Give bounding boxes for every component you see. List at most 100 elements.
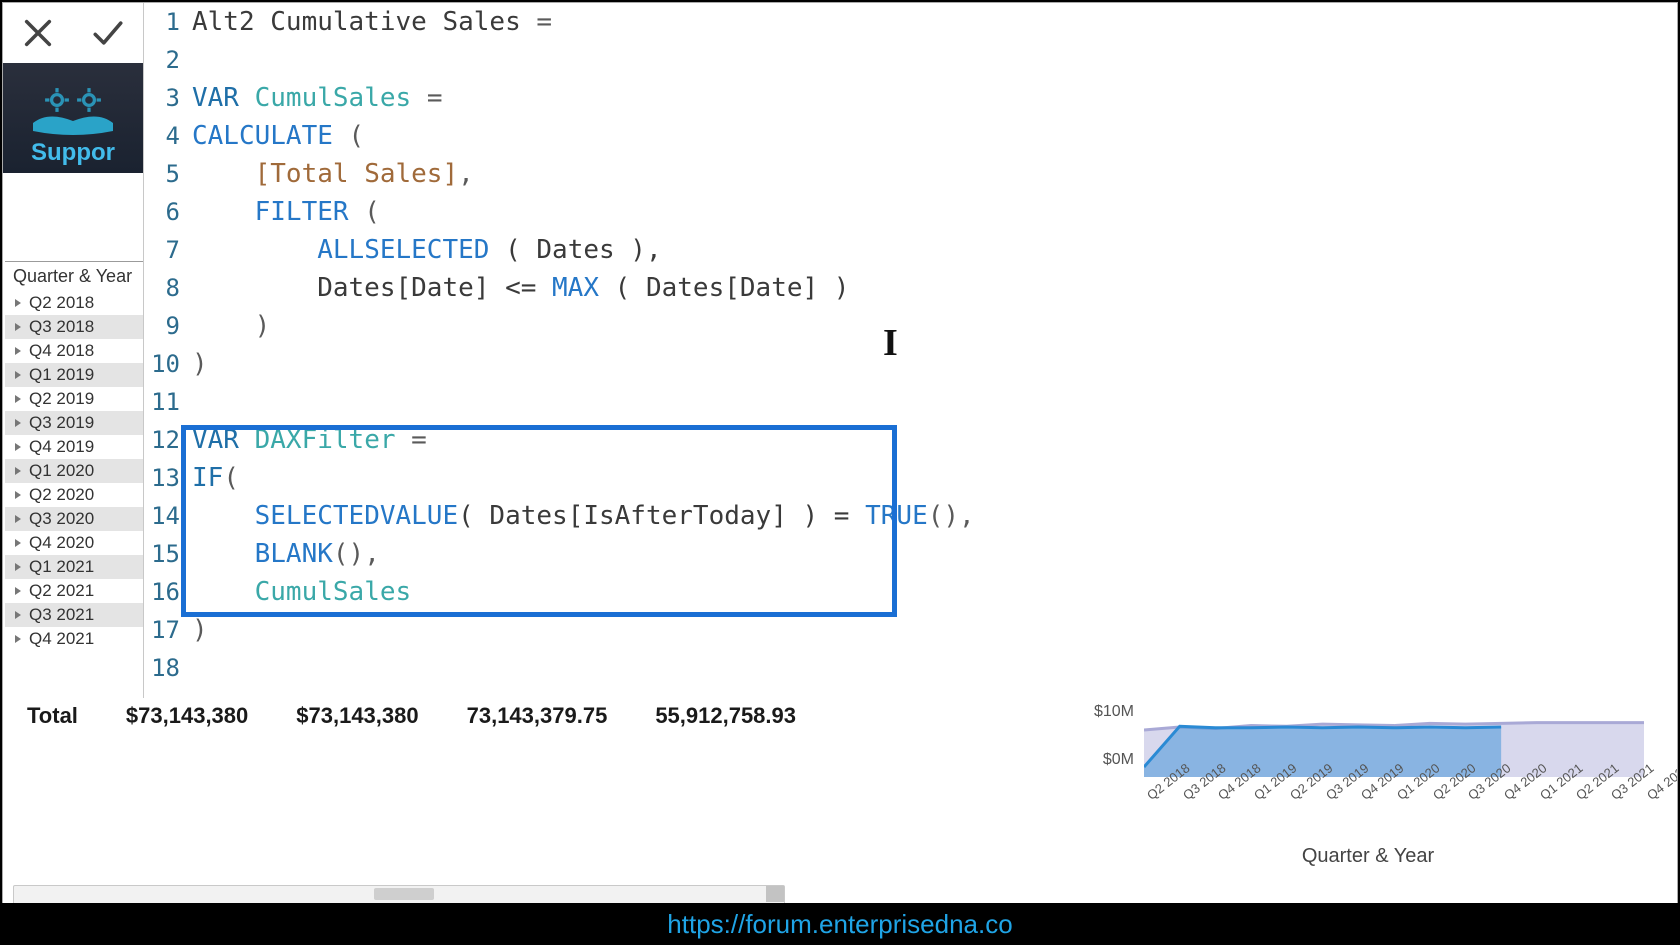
slicer-item[interactable]: Q4 2021	[5, 627, 143, 651]
slicer-item[interactable]: Q4 2020	[5, 531, 143, 555]
slicer-item-label: Q2 2020	[29, 485, 94, 505]
editor-line[interactable]: 1Alt2 Cumulative Sales =	[144, 3, 1674, 41]
slicer-item[interactable]: Q2 2021	[5, 579, 143, 603]
editor-line[interactable]: 3VAR CumulSales =	[144, 79, 1674, 117]
line-number: 8	[144, 269, 180, 307]
slicer-item[interactable]: Q3 2021	[5, 603, 143, 627]
slicer-item[interactable]: Q1 2020	[5, 459, 143, 483]
slicer-item[interactable]: Q4 2018	[5, 339, 143, 363]
quarter-year-slicer[interactable]: Quarter & Year Q2 2018Q3 2018Q4 2018 Q1 2…	[5, 261, 143, 651]
xtick: Q2 2019	[1287, 791, 1296, 803]
line-number: 4	[144, 117, 180, 155]
slicer-item-label: Q2 2019	[29, 389, 94, 409]
slicer-item[interactable]: Q2 2019	[5, 387, 143, 411]
slicer-item[interactable]: Q3 2019	[5, 411, 143, 435]
editor-line[interactable]: 7 ALLSELECTED ( Dates ),	[144, 231, 1674, 269]
expand-icon	[13, 442, 23, 452]
scrollbar-right-cap[interactable]	[766, 886, 784, 902]
line-number: 18	[144, 649, 180, 687]
editor-line[interactable]: 17)	[144, 611, 1674, 649]
editor-line[interactable]: 10)	[144, 345, 1674, 383]
expand-icon	[13, 466, 23, 476]
slicer-item-label: Q1 2021	[29, 557, 94, 577]
xtick: Q4 2020	[1501, 791, 1510, 803]
totals-value: 55,912,758.93	[655, 703, 796, 729]
slicer-item[interactable]: Q3 2018	[5, 315, 143, 339]
cumulative-sales-chart[interactable]: $10M $0M Q2 2018Q3 2018Q4 2018Q1 2019Q2 …	[1078, 693, 1658, 873]
expand-icon	[13, 634, 23, 644]
xtick: Q1 2021	[1537, 791, 1546, 803]
ytick: $10M	[1078, 703, 1134, 721]
dax-formula-editor[interactable]: 1Alt2 Cumulative Sales =23VAR CumulSales…	[143, 3, 1674, 698]
editor-line[interactable]: 9 )	[144, 307, 1674, 345]
expand-icon	[13, 538, 23, 548]
cancel-button[interactable]	[3, 4, 73, 62]
editor-line[interactable]: 8 Dates[Date] <= MAX ( Dates[Date] )	[144, 269, 1674, 307]
table-horizontal-scrollbar[interactable]	[13, 885, 785, 904]
slicer-item-label: Q1 2020	[29, 461, 94, 481]
hands-icon	[28, 109, 118, 135]
commit-button[interactable]	[73, 4, 143, 62]
editor-line[interactable]: 11	[144, 383, 1674, 421]
scrollbar-thumb[interactable]	[374, 888, 434, 900]
slicer-item-label: Q4 2021	[29, 629, 94, 649]
slicer-item-label: Q4 2019	[29, 437, 94, 457]
xtick: Q4 2019	[1358, 791, 1367, 803]
slicer-item-label: Q2 2021	[29, 581, 94, 601]
slicer-item-label: Q3 2020	[29, 509, 94, 529]
editor-line[interactable]: 14 SELECTEDVALUE( Dates[IsAfterToday] ) …	[144, 497, 1674, 535]
editor-line[interactable]: 16 CumulSales	[144, 573, 1674, 611]
report-canvas: Suppor Quarter & Year Q2 2018Q3 2018Q4 2…	[2, 2, 1678, 904]
slicer-item-label: Q4 2018	[29, 341, 94, 361]
expand-icon	[13, 322, 23, 332]
totals-row: Total $73,143,380 $73,143,380 73,143,379…	[11, 703, 781, 729]
xtick: Q3 2018	[1180, 791, 1189, 803]
xtick: Q2 2018	[1144, 791, 1153, 803]
editor-line[interactable]: 6 FILTER (	[144, 193, 1674, 231]
expand-icon	[13, 418, 23, 428]
line-number: 12	[144, 421, 180, 459]
expand-icon	[13, 394, 23, 404]
editor-line[interactable]: 15 BLANK(),	[144, 535, 1674, 573]
editor-line[interactable]: 4CALCULATE (	[144, 117, 1674, 155]
line-number: 3	[144, 79, 180, 117]
line-number: 11	[144, 383, 180, 421]
brand-badge: Suppor	[3, 63, 143, 173]
formula-action-bar	[3, 3, 143, 64]
slicer-item-label: Q1 2019	[29, 365, 94, 385]
brand-text: Suppor	[31, 139, 115, 167]
expand-icon	[13, 490, 23, 500]
editor-line[interactable]: 5 [Total Sales],	[144, 155, 1674, 193]
ytick: $0M	[1078, 751, 1134, 769]
expand-icon	[13, 562, 23, 572]
slicer-item[interactable]: Q1 2021	[5, 555, 143, 579]
xtick: Q4 2018	[1215, 791, 1224, 803]
totals-label: Total	[11, 703, 78, 729]
line-number: 13	[144, 459, 180, 497]
slicer-item-label: Q3 2021	[29, 605, 94, 625]
slicer-item[interactable]: Q1 2019	[5, 363, 143, 387]
slicer-item[interactable]: Q2 2018	[5, 291, 143, 315]
slicer-item[interactable]: Q4 2019	[5, 435, 143, 459]
slicer-item-label: Q3 2019	[29, 413, 94, 433]
editor-line[interactable]: 2	[144, 41, 1674, 79]
slicer-item[interactable]: Q3 2020	[5, 507, 143, 531]
editor-line[interactable]: 13IF(	[144, 459, 1674, 497]
line-number: 17	[144, 611, 180, 649]
slicer-item[interactable]: Q2 2020	[5, 483, 143, 507]
editor-line[interactable]: 18	[144, 649, 1674, 687]
line-number: 6	[144, 193, 180, 231]
xtick: Q1 2020	[1394, 791, 1403, 803]
slicer-header: Quarter & Year	[5, 262, 143, 291]
editor-line[interactable]: 12VAR DAXFilter =	[144, 421, 1674, 459]
totals-value: 73,143,379.75	[467, 703, 608, 729]
xtick: Q2 2020	[1430, 791, 1439, 803]
expand-icon	[13, 610, 23, 620]
chart-x-axis-title: Quarter & Year	[1078, 845, 1658, 868]
line-number: 16	[144, 573, 180, 611]
totals-value: $73,143,380	[296, 703, 418, 729]
slicer-item-label: Q2 2018	[29, 293, 94, 313]
footer-link[interactable]: https://forum.enterprisedna.co	[0, 903, 1680, 945]
line-number: 5	[144, 155, 180, 193]
expand-icon	[13, 346, 23, 356]
